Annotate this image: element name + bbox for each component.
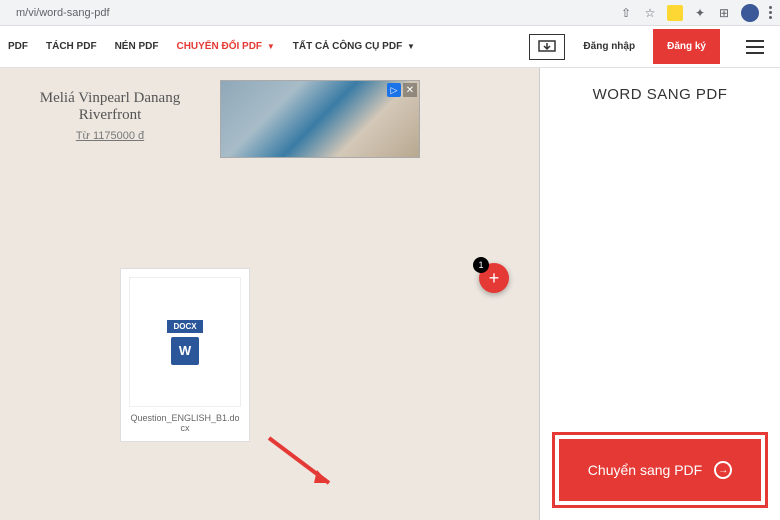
login-link[interactable]: Đăng nhập: [583, 41, 635, 52]
profile-avatar[interactable]: [741, 4, 759, 22]
star-icon[interactable]: ☆: [643, 6, 657, 20]
hamburger-menu-icon[interactable]: [738, 40, 772, 54]
page-title: WORD SANG PDF: [540, 68, 780, 121]
plus-icon: +: [489, 268, 500, 289]
main-content: Meliá Vinpearl Danang Riverfront Từ 1175…: [0, 68, 780, 520]
extension-icon-2[interactable]: ✦: [693, 6, 707, 20]
advertisement: Meliá Vinpearl Danang Riverfront Từ 1175…: [0, 68, 539, 158]
ad-banner-image[interactable]: ▷ ✕: [220, 80, 420, 158]
chevron-down-icon: ▼: [407, 42, 415, 51]
nav-label: CHUYỂN ĐỔI PDF: [176, 41, 262, 52]
browser-menu-icon[interactable]: [769, 6, 772, 19]
left-workspace: Meliá Vinpearl Danang Riverfront Từ 1175…: [0, 68, 540, 520]
extension-icon-1[interactable]: [667, 5, 683, 21]
file-thumbnail: DOCX W: [129, 277, 241, 407]
download-app-button[interactable]: [529, 34, 565, 60]
main-nav: PDF TÁCH PDF NÉN PDF CHUYỂN ĐỔI PDF ▼ TẤ…: [0, 26, 780, 68]
docx-badge: DOCX: [167, 320, 202, 333]
add-file-button[interactable]: 1 +: [479, 263, 509, 293]
word-icon: W: [171, 337, 199, 365]
ad-title: Meliá Vinpearl Danang Riverfront: [10, 90, 210, 124]
signup-button[interactable]: Đăng ký: [653, 29, 720, 64]
arrow-right-circle-icon: →: [714, 461, 732, 479]
annotation-arrow: [259, 428, 349, 498]
nav-item-convert[interactable]: CHUYỂN ĐỔI PDF ▼: [176, 41, 274, 52]
nav-label: TẤT CẢ CÔNG CỤ PDF: [293, 41, 402, 52]
nav-item-all-tools[interactable]: TẤT CẢ CÔNG CỤ PDF ▼: [293, 41, 415, 52]
convert-to-pdf-button[interactable]: Chuyển sang PDF →: [559, 439, 761, 501]
browser-chrome: m/vi/word-sang-pdf ⇧ ☆ ✦ ⊞: [0, 0, 780, 26]
nav-item-compress[interactable]: NÉN PDF: [115, 41, 159, 52]
nav-item-split[interactable]: TÁCH PDF: [46, 41, 97, 52]
share-icon[interactable]: ⇧: [619, 6, 633, 20]
file-count-badge: 1: [473, 257, 489, 273]
ad-price: Từ 1175000 đ: [10, 130, 210, 142]
chrome-toolbar-icons: ⇧ ☆ ✦ ⊞: [619, 4, 772, 22]
convert-label: Chuyển sang PDF: [588, 462, 702, 478]
convert-button-highlight: Chuyển sang PDF →: [552, 432, 768, 508]
right-sidebar: WORD SANG PDF Chuyển sang PDF →: [540, 68, 780, 520]
uploaded-file-card[interactable]: DOCX W Question_ENGLISH_B1.docx: [120, 268, 250, 442]
chevron-down-icon: ▼: [267, 42, 275, 51]
file-name-label: Question_ENGLISH_B1.docx: [129, 413, 241, 433]
ad-close-icon[interactable]: ✕: [403, 83, 417, 97]
ad-info-icon[interactable]: ▷: [387, 83, 401, 97]
ad-text-block[interactable]: Meliá Vinpearl Danang Riverfront Từ 1175…: [10, 80, 210, 158]
puzzle-icon[interactable]: ⊞: [717, 6, 731, 20]
nav-item-pdf[interactable]: PDF: [8, 41, 28, 52]
url-bar[interactable]: m/vi/word-sang-pdf: [8, 4, 611, 22]
